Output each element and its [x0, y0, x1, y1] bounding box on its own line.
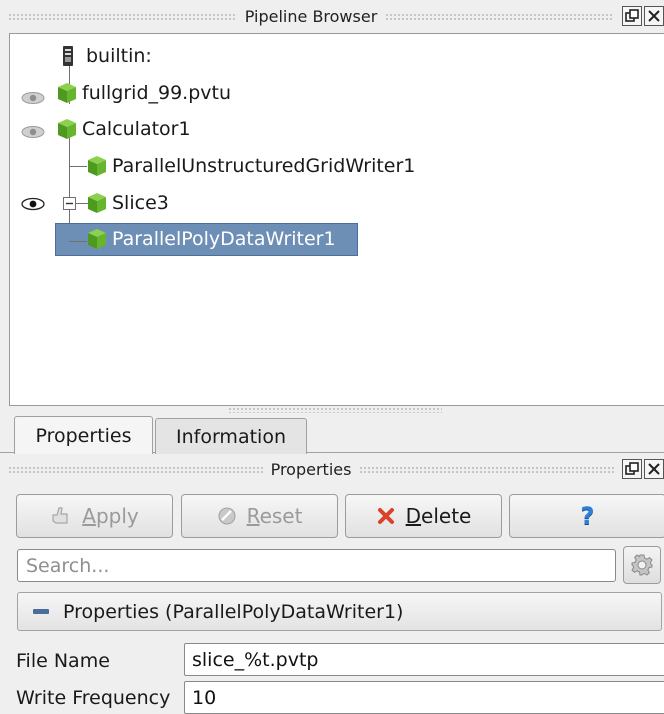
tree-line: [69, 241, 87, 242]
float-icon[interactable]: [622, 459, 643, 479]
reset-label: Reset: [246, 504, 303, 528]
tab-information[interactable]: Information: [155, 418, 307, 454]
reset-button[interactable]: Reset: [181, 494, 338, 538]
eye-icon[interactable]: [20, 90, 46, 106]
section-title: Properties (ParallelPolyDataWriter1): [63, 600, 404, 623]
tab-properties[interactable]: Properties: [14, 416, 153, 454]
write-frequency-field[interactable]: [184, 681, 664, 714]
pipeline-item-label: fullgrid_99.pvtu: [82, 82, 232, 104]
help-icon: ?: [580, 502, 595, 530]
cube-icon: [88, 229, 106, 249]
eye-icon[interactable]: [20, 124, 46, 140]
delete-icon: [377, 508, 394, 524]
float-icon[interactable]: [622, 6, 643, 26]
cube-icon: [58, 83, 76, 103]
file-name-field[interactable]: [184, 643, 664, 676]
tree-line: [69, 166, 87, 167]
write-frequency-label: Write Frequency: [16, 687, 171, 709]
properties-title: Properties: [270, 459, 352, 479]
splitter-handle[interactable]: [228, 407, 442, 413]
help-button[interactable]: ?: [509, 494, 664, 538]
cube-icon: [88, 193, 106, 213]
titlebar-grip: [8, 12, 237, 20]
reset-icon: [218, 507, 236, 525]
pipeline-item-slice[interactable]: Slice3: [87, 185, 169, 221]
close-icon[interactable]: [644, 459, 664, 479]
pipeline-item-label: builtin:: [86, 45, 152, 67]
apply-button[interactable]: Apply: [16, 494, 173, 538]
pipeline-item-polydata-writer[interactable]: ParallelPolyDataWriter1: [87, 221, 336, 257]
cube-icon: [88, 156, 106, 176]
pipeline-tree[interactable]: builtin: fullgrid_99.pvtu Calculator1 Pa…: [9, 33, 664, 406]
apply-label: Apply: [82, 504, 139, 528]
properties-section-header[interactable]: Properties (ParallelPolyDataWriter1): [17, 592, 662, 631]
titlebar-grip: [8, 465, 263, 473]
advanced-properties-button[interactable]: [623, 546, 661, 584]
close-icon[interactable]: [644, 6, 664, 26]
search-input[interactable]: [17, 549, 616, 582]
apply-icon: [52, 507, 68, 524]
gear-icon: [631, 554, 653, 576]
tab-label: Properties: [35, 424, 132, 447]
titlebar-grip: [359, 465, 615, 473]
collapse-icon: [33, 609, 49, 614]
pipeline-item-unstructured-writer[interactable]: ParallelUnstructuredGridWriter1: [87, 148, 415, 184]
cube-icon: [58, 119, 76, 139]
pipeline-item-calculator[interactable]: Calculator1: [57, 111, 191, 147]
pipeline-item-label: ParallelPolyDataWriter1: [112, 228, 336, 250]
pipeline-item-label: Calculator1: [82, 118, 191, 140]
properties-titlebar[interactable]: Properties: [0, 454, 664, 484]
delete-label: Delete: [405, 504, 472, 528]
pipeline-item-label: Slice3: [112, 192, 169, 214]
pipeline-item-builtin[interactable]: builtin:: [62, 38, 152, 74]
tab-label: Information: [176, 425, 286, 448]
pipeline-browser-titlebar[interactable]: Pipeline Browser: [0, 1, 664, 31]
delete-button[interactable]: Delete: [345, 494, 502, 538]
pipeline-item-fullgrid[interactable]: fullgrid_99.pvtu: [57, 75, 231, 111]
pipeline-browser-title: Pipeline Browser: [244, 6, 378, 26]
collapse-icon[interactable]: [63, 197, 76, 210]
pipeline-item-label: ParallelUnstructuredGridWriter1: [112, 155, 416, 177]
server-icon: [63, 46, 73, 66]
titlebar-grip: [385, 12, 615, 20]
eye-icon[interactable]: [20, 196, 46, 212]
file-name-label: File Name: [16, 650, 110, 672]
